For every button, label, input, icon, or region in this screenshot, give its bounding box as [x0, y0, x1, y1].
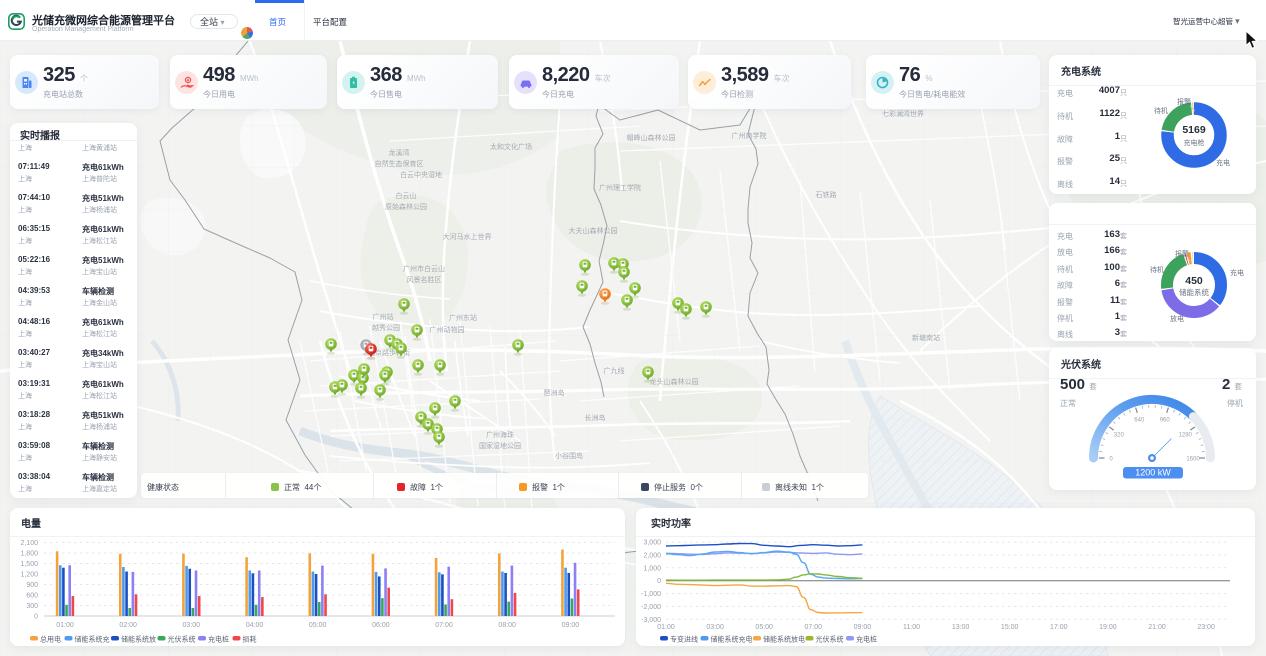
svg-text:06:00: 06:00	[372, 622, 390, 629]
svg-text:待机: 待机	[1150, 265, 1164, 274]
svg-text:-1,000: -1,000	[641, 591, 661, 598]
svg-text:原始森林公园: 原始森林公园	[385, 202, 427, 211]
svg-text:龙溪湾: 龙溪湾	[389, 148, 410, 157]
svg-text:0: 0	[657, 578, 661, 585]
svg-text:储能系统放电: 储能系统放电	[763, 635, 805, 644]
svg-text:白云中央湿地: 白云中央湿地	[400, 170, 442, 179]
svg-text:广州东站: 广州东站	[449, 313, 477, 322]
svg-text:广州理工学院: 广州理工学院	[599, 183, 641, 192]
svg-text:09:00: 09:00	[562, 622, 580, 629]
svg-text:充电: 充电	[1216, 158, 1230, 167]
svg-text:5169: 5169	[1182, 124, 1206, 136]
svg-text:11:00: 11:00	[903, 624, 920, 631]
svg-text:放电: 放电	[1170, 314, 1184, 323]
svg-text:大夫山森林公园: 大夫山森林公园	[569, 226, 618, 235]
svg-text:小谷围岛: 小谷围岛	[555, 451, 583, 460]
svg-text:13:00: 13:00	[952, 624, 970, 631]
svg-text:储能系统充: 储能系统充	[75, 635, 110, 644]
svg-text:03:00: 03:00	[706, 624, 724, 631]
svg-text:1200 kW: 1200 kW	[1135, 468, 1171, 478]
svg-text:新塘南站: 新塘南站	[912, 333, 940, 342]
svg-text:充电枪: 充电枪	[1184, 138, 1205, 147]
svg-text:-3,000: -3,000	[641, 617, 661, 624]
svg-text:充电: 充电	[1230, 268, 1244, 277]
svg-text:1280: 1280	[1179, 432, 1193, 438]
svg-text:320: 320	[1114, 432, 1125, 438]
svg-text:越秀公园: 越秀公园	[372, 323, 400, 332]
svg-text:23:00: 23:00	[1197, 624, 1215, 631]
svg-text:自然生态保育区: 自然生态保育区	[375, 159, 424, 168]
svg-text:960: 960	[1160, 418, 1171, 424]
svg-text:07:00: 07:00	[805, 624, 823, 631]
svg-text:太和文化广场: 太和文化广场	[490, 142, 532, 151]
svg-text:储能系统放: 储能系统放	[121, 635, 156, 644]
svg-text:09:00: 09:00	[854, 624, 872, 631]
svg-text:900: 900	[26, 582, 38, 589]
svg-text:05:00: 05:00	[755, 624, 773, 631]
svg-text:白云山: 白云山	[396, 191, 417, 200]
svg-text:0: 0	[34, 614, 38, 621]
svg-text:1,200: 1,200	[20, 572, 38, 579]
svg-text:风景名胜区: 风景名胜区	[407, 275, 442, 284]
svg-text:专变进线: 专变进线	[670, 635, 698, 644]
svg-text:21:00: 21:00	[1148, 624, 1166, 631]
svg-text:广州海珠: 广州海珠	[486, 430, 514, 439]
svg-text:广州商学院: 广州商学院	[732, 131, 767, 140]
svg-text:总用电: 总用电	[40, 635, 61, 644]
svg-text:19:00: 19:00	[1099, 624, 1117, 631]
svg-text:储能系统: 储能系统	[1179, 287, 1209, 297]
svg-text:1,800: 1,800	[20, 551, 38, 558]
svg-text:充电桩: 充电桩	[856, 635, 877, 644]
svg-text:广州站: 广州站	[373, 312, 394, 321]
svg-text:640: 640	[1134, 418, 1145, 424]
svg-text:02:00: 02:00	[119, 622, 137, 629]
svg-text:七彩澜湾世界: 七彩澜湾世界	[882, 109, 924, 118]
svg-text:广州市白云山: 广州市白云山	[403, 264, 445, 273]
svg-text:300: 300	[26, 603, 38, 610]
svg-text:石铁路: 石铁路	[816, 190, 837, 199]
svg-text:损耗: 损耗	[243, 635, 257, 644]
svg-text:2,000: 2,000	[643, 553, 661, 560]
svg-text:光伏系统: 光伏系统	[168, 635, 196, 644]
svg-text:17:00: 17:00	[1050, 624, 1068, 631]
svg-text:帽峰山森林公园: 帽峰山森林公园	[627, 133, 676, 142]
svg-text:01:00: 01:00	[657, 624, 675, 631]
svg-text:-2,000: -2,000	[641, 604, 661, 611]
svg-text:广九线: 广九线	[604, 366, 625, 375]
svg-text:0: 0	[1109, 457, 1113, 463]
svg-text:1,500: 1,500	[20, 561, 38, 568]
svg-text:充电桩: 充电桩	[208, 635, 229, 644]
svg-text:1600: 1600	[1186, 457, 1200, 463]
svg-text:国家湿地公园: 国家湿地公园	[479, 441, 521, 450]
svg-text:报警: 报警	[1175, 249, 1189, 258]
svg-text:01:00: 01:00	[56, 622, 74, 629]
svg-text:琶洲岛: 琶洲岛	[544, 388, 565, 397]
svg-text:04:00: 04:00	[246, 622, 264, 629]
svg-text:大河马水上世界: 大河马水上世界	[443, 232, 492, 241]
svg-text:2,100: 2,100	[20, 540, 38, 547]
svg-text:07:00: 07:00	[435, 622, 453, 629]
svg-text:储能系统充电: 储能系统充电	[711, 635, 753, 644]
svg-text:1,000: 1,000	[643, 565, 661, 572]
svg-text:龙头山森林公园: 龙头山森林公园	[650, 377, 699, 386]
svg-text:600: 600	[26, 593, 38, 600]
svg-text:报警: 报警	[1177, 97, 1191, 106]
svg-text:05:00: 05:00	[309, 622, 327, 629]
svg-text:待机: 待机	[1154, 106, 1168, 115]
svg-text:03:00: 03:00	[183, 622, 201, 629]
svg-text:光伏系统: 光伏系统	[816, 635, 844, 644]
svg-text:3,000: 3,000	[643, 540, 661, 547]
svg-text:长洲岛: 长洲岛	[585, 413, 606, 422]
svg-text:450: 450	[1185, 275, 1203, 287]
svg-text:广州动物园: 广州动物园	[430, 325, 465, 334]
svg-text:08:00: 08:00	[498, 622, 516, 629]
svg-text:15:00: 15:00	[1001, 624, 1019, 631]
